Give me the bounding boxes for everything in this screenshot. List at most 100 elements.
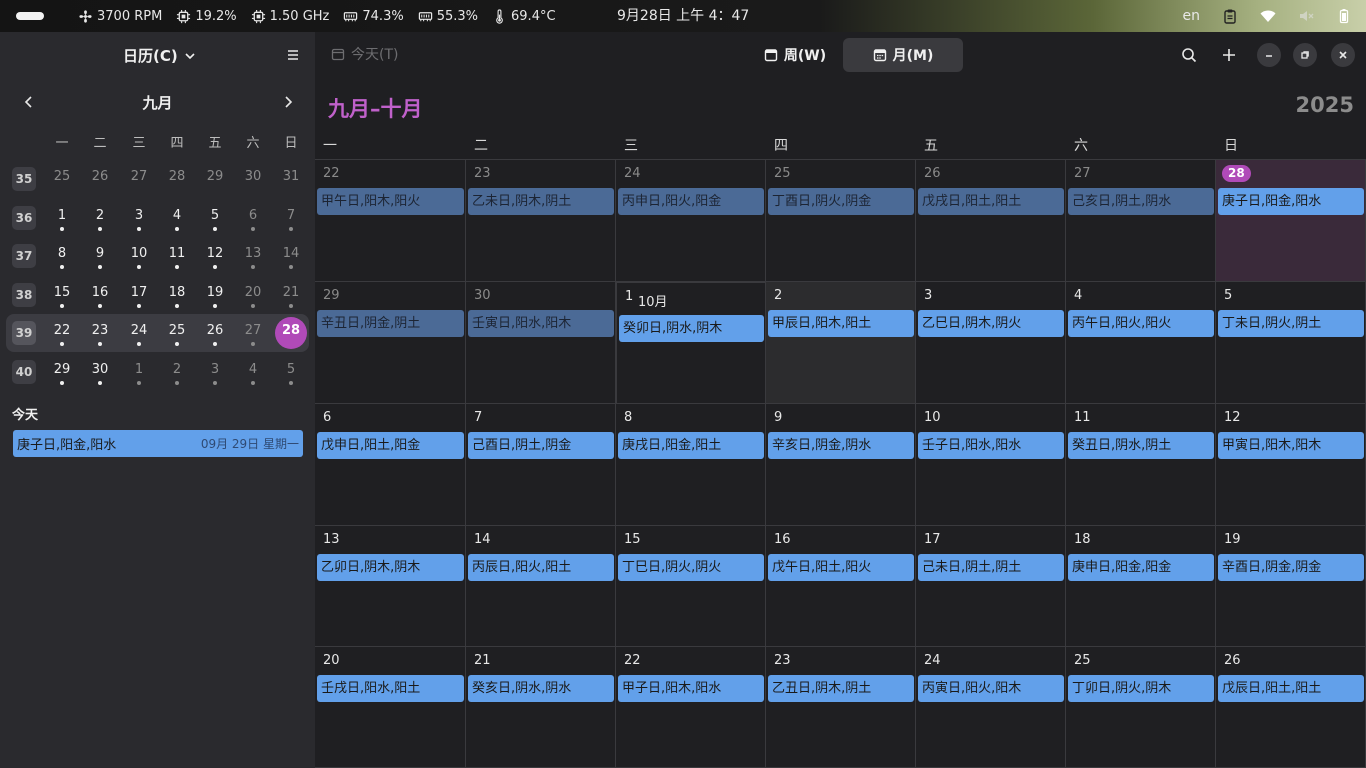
event-chip[interactable]: 丁卯日,阴火,阴木 [1068, 675, 1214, 702]
event-chip[interactable]: 乙未日,阴木,阴土 [468, 188, 614, 215]
event-chip[interactable]: 辛亥日,阴金,阴水 [768, 432, 914, 459]
system-monitor[interactable]: 3700 RPM 19.2% 1.50 GHz 74.3% 55.3% 69.4… [78, 0, 556, 32]
event-chip[interactable]: 丙申日,阳火,阳金 [618, 188, 764, 215]
day-cell[interactable]: 22 甲午日,阳木,阳火 [315, 160, 466, 282]
event-chip[interactable]: 戊辰日,阳土,阳土 [1218, 675, 1364, 702]
day-cell[interactable]: 20 壬戌日,阳水,阳土 [315, 647, 466, 768]
volume-muted-icon[interactable] [1298, 8, 1314, 24]
day-cell[interactable]: 25 丁卯日,阴火,阴木 [1066, 647, 1216, 768]
event-chip[interactable]: 戊午日,阳土,阳火 [768, 554, 914, 581]
week-view-button[interactable]: 周(W) [740, 38, 850, 72]
mini-day[interactable]: 3 [196, 353, 234, 391]
day-cell[interactable]: 15 丁巳日,阴火,阴火 [616, 526, 766, 647]
day-cell[interactable]: 12 甲寅日,阳木,阳木 [1216, 404, 1366, 526]
mini-day[interactable]: 10 [120, 237, 158, 275]
mini-day[interactable]: 25 [43, 160, 81, 198]
day-cell[interactable]: 6 戊申日,阳土,阳金 [315, 404, 466, 526]
system-tray[interactable]: en [1183, 0, 1353, 32]
event-chip[interactable]: 壬戌日,阳水,阳土 [317, 675, 464, 702]
today-button[interactable]: 今天(T) [331, 44, 398, 64]
search-button[interactable] [1179, 45, 1199, 65]
mini-day[interactable]: 16 [81, 276, 119, 314]
wifi-icon[interactable] [1260, 8, 1276, 24]
mini-day[interactable]: 2 [81, 199, 119, 237]
mini-day[interactable]: 28 [158, 160, 196, 198]
mini-day[interactable]: 28 [272, 314, 310, 352]
day-cell[interactable]: 17 己未日,阴土,阴土 [916, 526, 1066, 647]
day-cell[interactable]: 14 丙辰日,阳火,阳土 [466, 526, 616, 647]
day-cell[interactable]: 25 丁酉日,阴火,阴金 [766, 160, 916, 282]
battery-icon[interactable] [1336, 8, 1352, 24]
event-chip[interactable]: 辛酉日,阴金,阴金 [1218, 554, 1364, 581]
mini-day[interactable]: 29 [43, 353, 81, 391]
week-number[interactable]: 36 [12, 205, 36, 230]
mini-day[interactable]: 31 [272, 160, 310, 198]
minimize-button[interactable] [1257, 43, 1281, 67]
day-cell[interactable]: 9 辛亥日,阴金,阴水 [766, 404, 916, 526]
event-chip[interactable]: 丁酉日,阴火,阴金 [768, 188, 914, 215]
mini-day[interactable]: 19 [196, 276, 234, 314]
mini-day[interactable]: 7 [272, 199, 310, 237]
day-cell[interactable]: 16 戊午日,阳土,阳火 [766, 526, 916, 647]
day-cell[interactable]: 5 丁未日,阴火,阴土 [1216, 282, 1366, 404]
clipboard-icon[interactable] [1222, 8, 1238, 24]
day-cell[interactable]: 27 己亥日,阴土,阴水 [1066, 160, 1216, 282]
close-button[interactable] [1331, 43, 1355, 67]
mini-day[interactable]: 23 [81, 314, 119, 352]
mini-day[interactable]: 27 [120, 160, 158, 198]
week-number[interactable]: 37 [12, 244, 36, 268]
clock[interactable]: 9月28日 上午 4：47 [617, 0, 749, 32]
day-cell[interactable]: 4 丙午日,阳火,阳火 [1066, 282, 1216, 404]
day-cell[interactable]: 26 戊辰日,阳土,阳土 [1216, 647, 1366, 768]
event-chip[interactable]: 己未日,阴土,阴土 [918, 554, 1064, 581]
mini-day[interactable]: 2 [158, 353, 196, 391]
event-chip[interactable]: 丁未日,阴火,阴土 [1218, 310, 1364, 337]
event-chip[interactable]: 癸亥日,阴水,阴水 [468, 675, 614, 702]
event-chip[interactable]: 己酉日,阴土,阴金 [468, 432, 614, 459]
event-chip[interactable]: 戊申日,阳土,阳金 [317, 432, 464, 459]
day-cell[interactable]: 21 癸亥日,阴水,阴水 [466, 647, 616, 768]
day-cell[interactable]: 22 甲子日,阳木,阳水 [616, 647, 766, 768]
mini-day[interactable]: 4 [234, 353, 272, 391]
day-cell[interactable]: 30 壬寅日,阳水,阳木 [466, 282, 616, 404]
day-cell[interactable]: 18 庚申日,阳金,阳金 [1066, 526, 1216, 647]
week-number[interactable]: 38 [12, 282, 36, 307]
mini-day[interactable]: 13 [234, 237, 272, 275]
day-cell[interactable]: 23 乙未日,阴木,阴土 [466, 160, 616, 282]
day-cell[interactable]: 24 丙寅日,阳火,阳木 [916, 647, 1066, 768]
input-language[interactable]: en [1183, 8, 1201, 24]
event-chip[interactable]: 壬寅日,阳水,阳木 [468, 310, 614, 337]
event-chip[interactable]: 甲寅日,阳木,阳木 [1218, 432, 1364, 459]
day-cell[interactable]: 13 乙卯日,阴木,阴木 [315, 526, 466, 647]
maximize-button[interactable] [1293, 43, 1317, 67]
event-chip[interactable]: 壬子日,阳水,阳水 [918, 432, 1064, 459]
mini-day[interactable]: 27 [234, 314, 272, 352]
mini-day[interactable]: 12 [196, 237, 234, 275]
mini-day[interactable]: 6 [234, 199, 272, 237]
mini-day[interactable]: 3 [120, 199, 158, 237]
mini-day[interactable]: 26 [196, 314, 234, 352]
event-chip[interactable]: 丙午日,阳火,阳火 [1068, 310, 1214, 337]
mini-day[interactable]: 30 [234, 160, 272, 198]
day-cell[interactable]: 10 壬子日,阳水,阳水 [916, 404, 1066, 526]
day-cell[interactable]: 1 10月 癸卯日,阴水,阴木 [616, 282, 766, 404]
mini-day[interactable]: 24 [120, 314, 158, 352]
day-cell[interactable]: 2 甲辰日,阳木,阳土 [766, 282, 916, 404]
mini-day[interactable]: 18 [158, 276, 196, 314]
mini-day[interactable]: 22 [43, 314, 81, 352]
mini-day[interactable]: 5 [272, 353, 310, 391]
event-chip[interactable]: 乙卯日,阴木,阴木 [317, 554, 464, 581]
event-chip[interactable]: 乙丑日,阴木,阴土 [768, 675, 914, 702]
event-chip[interactable]: 甲午日,阳木,阳火 [317, 188, 464, 215]
mini-day[interactable]: 15 [43, 276, 81, 314]
week-number[interactable]: 35 [12, 167, 36, 191]
mini-day[interactable]: 29 [196, 160, 234, 198]
event-chip[interactable]: 庚戌日,阳金,阳土 [618, 432, 764, 459]
event-chip[interactable]: 甲子日,阳木,阳水 [618, 675, 764, 702]
day-cell[interactable]: 24 丙申日,阳火,阳金 [616, 160, 766, 282]
day-cell[interactable]: 23 乙丑日,阴木,阴土 [766, 647, 916, 768]
mini-day[interactable]: 25 [158, 314, 196, 352]
mini-day[interactable]: 30 [81, 353, 119, 391]
week-number[interactable]: 40 [12, 359, 36, 384]
mini-day[interactable]: 11 [158, 237, 196, 275]
